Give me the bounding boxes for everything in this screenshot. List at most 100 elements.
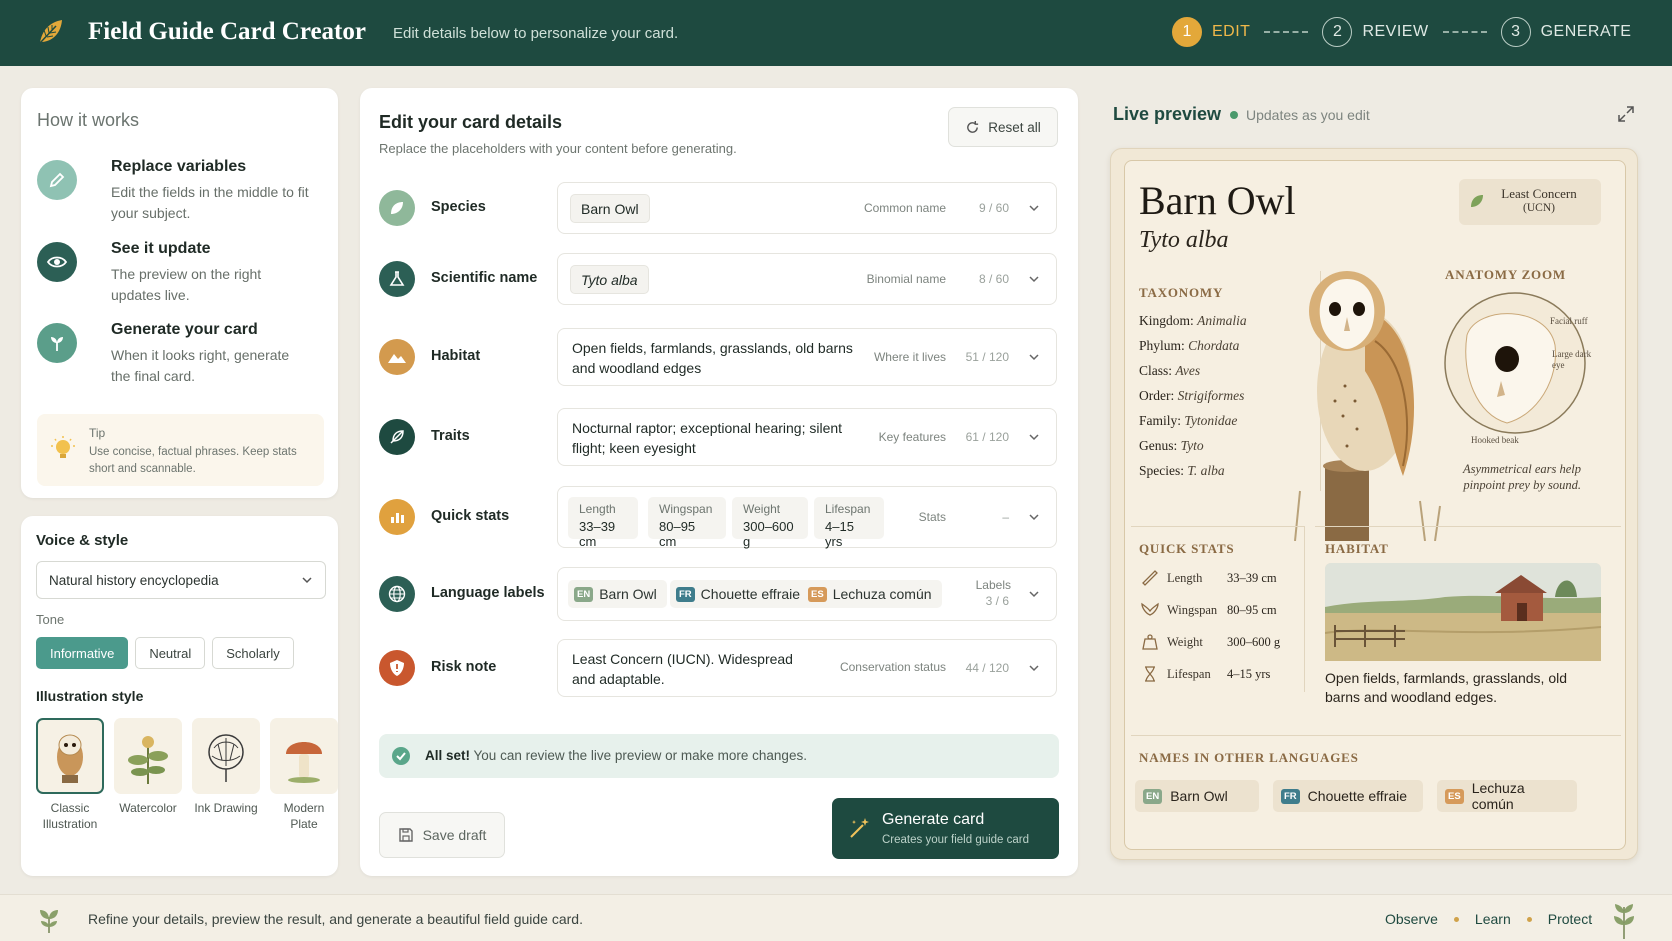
tone-informative[interactable]: Informative bbox=[36, 637, 129, 669]
leaf-icon bbox=[1471, 195, 1483, 207]
footer-link-protect[interactable]: Protect bbox=[1548, 911, 1592, 927]
save-draft-button[interactable]: Save draft bbox=[379, 812, 505, 858]
modern-mushroom-thumbnail bbox=[270, 718, 338, 794]
traits-field[interactable]: Nocturnal raptor; exceptional hearing; s… bbox=[557, 408, 1057, 466]
refresh-icon bbox=[967, 120, 979, 133]
ruler-icon bbox=[1142, 570, 1158, 586]
quick-stats-field[interactable]: Length 33–39 cm Wingspan 80–95 cm Weight… bbox=[557, 486, 1057, 549]
stat-wingspan[interactable]: Wingspan 80–95 cm bbox=[648, 497, 726, 549]
how-it-works-panel: How it works Replace variables Edit the … bbox=[21, 88, 338, 498]
stat-key: Wingspan bbox=[659, 502, 713, 516]
step-review[interactable]: 2 REVIEW bbox=[1322, 17, 1428, 47]
species-value: Barn Owl bbox=[570, 194, 650, 223]
name-chip-en: EN Barn Owl bbox=[1135, 780, 1259, 812]
expand-icon[interactable] bbox=[1616, 104, 1636, 124]
field-label: Habitat bbox=[431, 348, 481, 364]
pencil-icon bbox=[37, 160, 77, 200]
tone-label: Tone bbox=[36, 612, 65, 627]
habitat-field[interactable]: Open fields, farmlands, grasslands, old … bbox=[557, 328, 1057, 386]
stat-lifespan[interactable]: Lifespan 4–15 yrs bbox=[814, 497, 884, 549]
tax-key: Class: bbox=[1139, 363, 1173, 378]
lang-chip-en[interactable]: EN Barn Owl bbox=[568, 580, 667, 608]
step-generate[interactable]: 3 GENERATE bbox=[1500, 17, 1632, 47]
habitat-value: Open fields, farmlands, grasslands, old … bbox=[572, 340, 853, 376]
field-hint: Conservation status bbox=[839, 660, 946, 674]
step-number: 1 bbox=[1172, 17, 1202, 47]
generate-card-button[interactable]: Generate card Creates your field guide c… bbox=[832, 798, 1059, 859]
step-separator bbox=[1442, 31, 1487, 33]
card-frame: Barn Owl Tyto alba Least Concern (UCN) T… bbox=[1124, 160, 1626, 850]
tone-neutral[interactable]: Neutral bbox=[135, 637, 206, 669]
illustration-ink[interactable]: Ink Drawing bbox=[192, 718, 260, 832]
how-title: How it works bbox=[37, 110, 140, 130]
classic-owl-thumbnail bbox=[36, 718, 104, 794]
how-step-desc: When it looks right, generate the final … bbox=[111, 347, 290, 384]
step-label: GENERATE bbox=[1540, 23, 1632, 40]
risk-note-field[interactable]: Least Concern (IUCN). Widespread and ada… bbox=[557, 639, 1057, 697]
generate-sublabel: Creates your field guide card bbox=[882, 834, 1030, 846]
reset-all-button[interactable]: Reset all bbox=[948, 107, 1058, 147]
stat-key: Length bbox=[579, 502, 616, 516]
chevron-down-icon[interactable] bbox=[1028, 202, 1040, 214]
all-set-banner: All set! You can review the live preview… bbox=[379, 734, 1059, 778]
sprout-icon bbox=[37, 323, 77, 363]
voice-select[interactable]: Natural history encyclopedia bbox=[36, 561, 326, 599]
lang-code: FR bbox=[676, 586, 695, 602]
eye-icon bbox=[37, 242, 77, 282]
magic-wand-icon bbox=[850, 818, 869, 838]
stat-key: Wingspan bbox=[1167, 602, 1218, 617]
lang-chip-es[interactable]: ES Lechuza común bbox=[802, 580, 942, 608]
lang-code: EN bbox=[1143, 788, 1163, 804]
footer: Refine your details, preview the result,… bbox=[0, 894, 1672, 941]
step-number: 3 bbox=[1500, 17, 1531, 47]
reset-label: Reset all bbox=[988, 119, 1041, 135]
step-edit[interactable]: 1 EDIT bbox=[1172, 17, 1250, 47]
quick-stat-row: Lifespan 4–15 yrs bbox=[1141, 665, 1270, 683]
lang-name: Chouette effraie bbox=[700, 586, 801, 602]
chevron-down-icon[interactable] bbox=[1028, 351, 1040, 363]
stat-length[interactable]: Length 33–39 cm bbox=[568, 497, 638, 549]
stat-weight[interactable]: Weight 300–600 g bbox=[732, 497, 808, 549]
stat-value: 33–39 cm bbox=[1227, 570, 1277, 585]
chevron-down-icon[interactable] bbox=[1028, 662, 1040, 674]
mountain-icon bbox=[379, 339, 415, 375]
stat-value: 4–15 yrs bbox=[825, 519, 854, 549]
footer-dot bbox=[1453, 916, 1459, 922]
tax-key: Family: bbox=[1139, 413, 1182, 428]
scientific-name-field[interactable]: Tyto alba Binomial name 8 / 60 bbox=[557, 253, 1057, 305]
illustration-classic[interactable]: Classic Illustration bbox=[36, 718, 104, 832]
field-row-languages: Language labels EN Barn Owl FR Chouette … bbox=[379, 567, 1059, 621]
footer-link-observe[interactable]: Observe bbox=[1385, 911, 1438, 927]
field-hint: Common name bbox=[863, 201, 946, 215]
chevron-down-icon[interactable] bbox=[1028, 431, 1040, 443]
watercolor-plant-thumbnail bbox=[114, 718, 182, 794]
chevron-down-icon[interactable] bbox=[1028, 273, 1040, 285]
tone-scholarly[interactable]: Scholarly bbox=[212, 637, 294, 669]
field-count: 44 / 120 bbox=[965, 661, 1009, 675]
stepper: 1 EDIT 2 REVIEW 3 GENERATE bbox=[1172, 17, 1631, 47]
quick-stats-title: QUICK STATS bbox=[1139, 541, 1235, 556]
all-set-text: All set! You can review the live preview… bbox=[425, 748, 807, 763]
footer-links: Observe Learn Protect bbox=[1385, 911, 1592, 927]
chevron-down-icon bbox=[302, 577, 312, 584]
stat-key: Weight bbox=[743, 502, 781, 516]
field-hint: Key features bbox=[878, 430, 946, 444]
tax-value: Aves bbox=[1175, 363, 1201, 378]
taxonomy-row: Kingdom: Animalia bbox=[1139, 313, 1247, 329]
editor-subtitle: Replace the placeholders with your conte… bbox=[379, 141, 737, 156]
chevron-down-icon[interactable] bbox=[1028, 511, 1040, 523]
species-field[interactable]: Barn Owl Common name 9 / 60 bbox=[557, 182, 1057, 234]
field-label: Traits bbox=[431, 428, 470, 444]
app-title: Field Guide Card Creator bbox=[88, 18, 366, 45]
risk-value: Least Concern (IUCN). Widespread and ada… bbox=[572, 651, 793, 687]
footer-link-learn[interactable]: Learn bbox=[1475, 911, 1511, 927]
tax-value: Tyto bbox=[1180, 438, 1204, 453]
illustration-modern[interactable]: Modern Plate bbox=[270, 718, 338, 832]
lang-code: ES bbox=[1445, 788, 1464, 804]
lang-chip-fr[interactable]: FR Chouette effraie bbox=[670, 580, 811, 608]
illustration-watercolor[interactable]: Watercolor bbox=[114, 718, 182, 832]
lang-code: ES bbox=[808, 586, 827, 602]
flask-icon bbox=[379, 261, 415, 297]
language-labels-field[interactable]: EN Barn Owl FR Chouette effraie ES Lechu… bbox=[557, 567, 1057, 621]
chevron-down-icon[interactable] bbox=[1028, 588, 1040, 600]
